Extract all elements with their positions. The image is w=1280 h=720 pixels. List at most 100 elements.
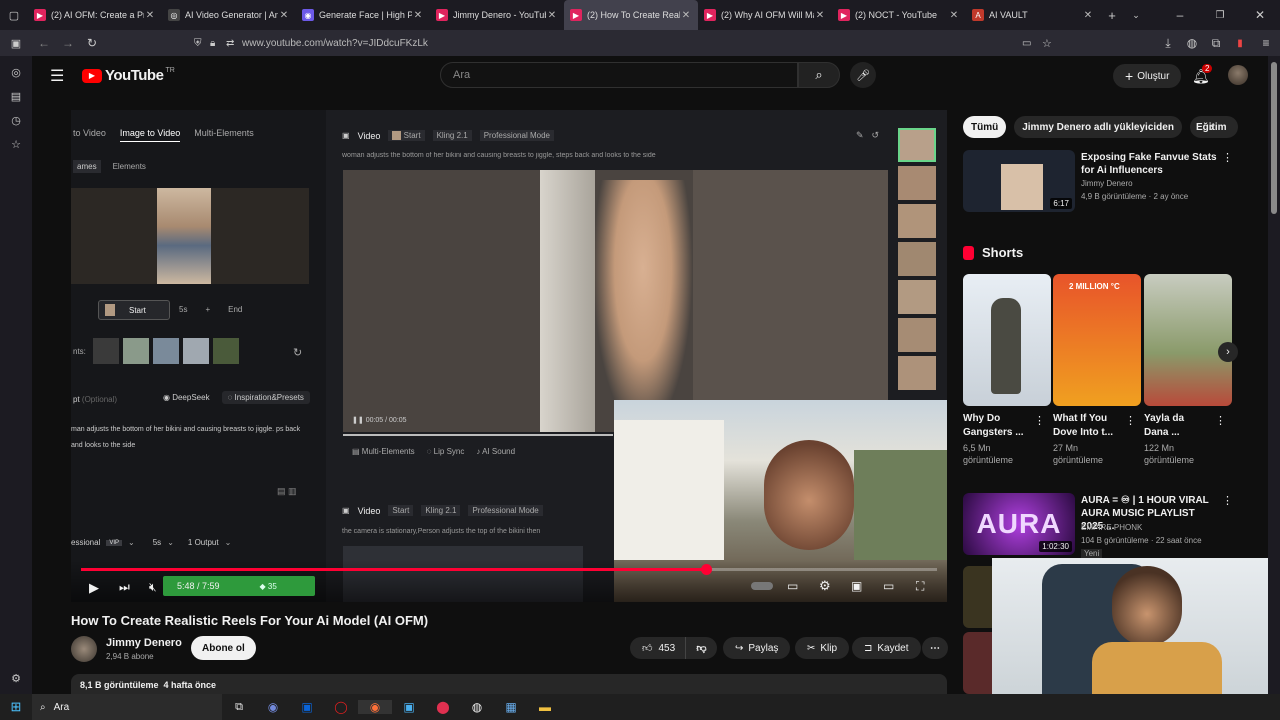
close-tab-icon[interactable]: ✕: [144, 10, 156, 21]
fullscreen-button[interactable]: ⛶: [916, 579, 924, 594]
url-field[interactable]: www.youtube.com/watch?v=JIDdcuFKzLk: [242, 38, 1022, 49]
more-icon[interactable]: ⋮: [1222, 494, 1233, 507]
browser-tab[interactable]: ◉Generate Face | High Photo✕: [296, 0, 430, 30]
short-title[interactable]: Why Do Gangsters ...: [963, 412, 1033, 440]
synced-tabs-icon[interactable]: ▤: [0, 84, 32, 108]
next-button[interactable]: ⏭︎: [119, 580, 130, 595]
theater-button[interactable]: ▭: [883, 579, 894, 593]
close-tab-icon[interactable]: ✕: [680, 10, 692, 21]
account-icon[interactable]: ◍: [1180, 36, 1204, 50]
close-tab-icon[interactable]: ✕: [814, 10, 826, 21]
permissions-icon[interactable]: ⇄: [226, 38, 242, 49]
browser-tab[interactable]: ▶(2) Why AI OFM Will Make✕: [698, 0, 832, 30]
short-thumbnail[interactable]: 2 MILLION °C: [1053, 274, 1141, 406]
settings-icon[interactable]: ⚙: [0, 666, 32, 690]
autoplay-toggle[interactable]: [751, 582, 773, 590]
chips-next-icon[interactable]: ›: [1210, 120, 1214, 134]
firefox-icon[interactable]: ◉: [358, 700, 392, 714]
close-tab-icon[interactable]: ✕: [278, 10, 290, 21]
youtube-logo[interactable]: ▶ YouTube TR: [82, 67, 175, 84]
share-button[interactable]: ↪ Paylaş: [723, 637, 791, 659]
extensions-icon[interactable]: ⧉: [1204, 36, 1228, 51]
short-title[interactable]: Yayla da Dana ...: [1144, 412, 1208, 440]
short-thumbnail[interactable]: [1144, 274, 1232, 406]
dislike-button[interactable]: 👎︎: [685, 637, 717, 659]
voice-search-button[interactable]: 🎤︎: [850, 62, 876, 88]
maps-pin-icon[interactable]: ⬤: [426, 700, 460, 714]
taskbar-search[interactable]: ⌕ Ara: [32, 694, 222, 720]
rec-video-channel[interactable]: Jimmy Denero: [1081, 179, 1133, 188]
minimize-icon[interactable]: –: [1160, 8, 1200, 22]
browser-tab[interactable]: A AI VAULT ✕: [966, 0, 1100, 30]
rec-video-thumbnail[interactable]: [963, 566, 993, 628]
new-tab-icon[interactable]: +: [1100, 8, 1124, 23]
save-button[interactable]: ⊐ Kaydet: [852, 637, 921, 659]
bookmark-star-icon[interactable]: ☆: [1042, 37, 1062, 50]
search-box[interactable]: Ara: [440, 62, 798, 88]
restore-icon[interactable]: ❐: [1200, 10, 1240, 21]
mute-button[interactable]: 🔇︎: [149, 580, 157, 595]
downloads-icon[interactable]: ⤓: [1156, 36, 1180, 51]
subscribe-button[interactable]: Abone ol: [191, 636, 256, 660]
more-actions-button[interactable]: ⋯: [922, 637, 948, 659]
clip-button[interactable]: ✂ Klip: [795, 637, 850, 659]
bookmarks-icon[interactable]: ☆: [0, 132, 32, 156]
sidebar-toggle-icon[interactable]: ▣: [0, 37, 32, 50]
short-thumbnail[interactable]: [963, 274, 1051, 406]
back-icon[interactable]: ←: [32, 36, 56, 50]
chip-from-uploader[interactable]: Jimmy Denero adlı yükleyiciden: [1014, 116, 1182, 138]
task-view-icon[interactable]: ⧉: [222, 701, 256, 714]
create-button[interactable]: + Oluştur: [1113, 64, 1182, 88]
close-window-icon[interactable]: ✕: [1240, 8, 1280, 22]
calculator-icon[interactable]: ▦: [494, 700, 528, 714]
obs-icon[interactable]: ◍: [460, 700, 494, 714]
page-scrollbar[interactable]: [1268, 56, 1280, 694]
chip-all[interactable]: Tümü: [963, 116, 1007, 138]
tab-list-icon[interactable]: ⌄: [1124, 10, 1148, 21]
notifications-button[interactable]: 🔔︎ 2: [1192, 64, 1213, 85]
file-explorer-icon[interactable]: ▬: [528, 700, 562, 714]
rec-video-thumbnail[interactable]: 6:17: [963, 150, 1075, 212]
rec-video-title[interactable]: Exposing Fake Fanvue Stats for Ai Influe…: [1081, 151, 1217, 177]
close-tab-icon[interactable]: ✕: [1082, 10, 1094, 21]
search-button[interactable]: ⌕: [798, 62, 840, 88]
picture-in-picture-icon[interactable]: ▭: [1022, 38, 1042, 49]
reload-icon[interactable]: ↻: [80, 36, 104, 50]
browser-tab[interactable]: ▶ Jimmy Denero - YouTube ✕: [430, 0, 564, 30]
video-player[interactable]: to Video Image to Video Multi-Elements a…: [71, 110, 947, 602]
more-icon[interactable]: ⋮: [1222, 151, 1233, 164]
subtitles-button[interactable]: ▭: [787, 579, 798, 593]
windows-start-icon[interactable]: ⊞: [0, 699, 32, 715]
description-box[interactable]: 8,1 B görüntüleme 4 hafta önce: [71, 674, 947, 694]
avatar[interactable]: [1228, 65, 1248, 85]
forward-icon[interactable]: →: [56, 36, 80, 50]
rec-video-channel[interactable]: EMPIRE PHONK: [1081, 523, 1142, 532]
ai-chat-icon[interactable]: ◎: [0, 60, 32, 84]
shield-icon[interactable]: ⛨: [194, 38, 210, 49]
progress-scrubber[interactable]: [700, 564, 712, 575]
more-icon[interactable]: ⋮: [1215, 414, 1226, 427]
short-title[interactable]: What If You Dove Into t...: [1053, 412, 1117, 440]
more-icon[interactable]: ⋮: [1125, 414, 1136, 427]
miniplayer-button[interactable]: ▣: [851, 579, 862, 593]
opera-icon[interactable]: ◯: [324, 700, 358, 714]
lock-icon[interactable]: 🔒︎: [210, 38, 226, 49]
history-icon[interactable]: ◷: [0, 108, 32, 132]
close-tab-icon[interactable]: ✕: [412, 10, 424, 21]
app-window-icon[interactable]: ▣: [392, 700, 426, 714]
discord-icon[interactable]: ◉: [256, 700, 290, 714]
close-tab-icon[interactable]: ✕: [948, 10, 960, 21]
tab-overview-icon[interactable]: ▢: [0, 3, 28, 27]
rec-video-thumbnail[interactable]: [963, 632, 993, 694]
browser-tab[interactable]: ◎AI Video Generator | Animate✕: [162, 0, 296, 30]
hamburger-menu-icon[interactable]: ☰: [50, 66, 64, 86]
close-tab-icon[interactable]: ✕: [546, 10, 558, 21]
channel-name[interactable]: Jimmy Denero: [106, 637, 182, 649]
play-button[interactable]: ▶: [89, 580, 99, 596]
shorts-next-button[interactable]: ›: [1218, 342, 1238, 362]
browser-tab[interactable]: ▶(2) AI OFM: Create a Profitable✕: [28, 0, 162, 30]
browser-tab-active[interactable]: ▶(2) How To Create Realistic✕: [564, 0, 698, 30]
more-icon[interactable]: ⋮: [1034, 414, 1045, 427]
rec-video-thumbnail[interactable]: AURA 1:02:30: [963, 493, 1075, 555]
menu-icon[interactable]: ≡: [1252, 36, 1280, 50]
